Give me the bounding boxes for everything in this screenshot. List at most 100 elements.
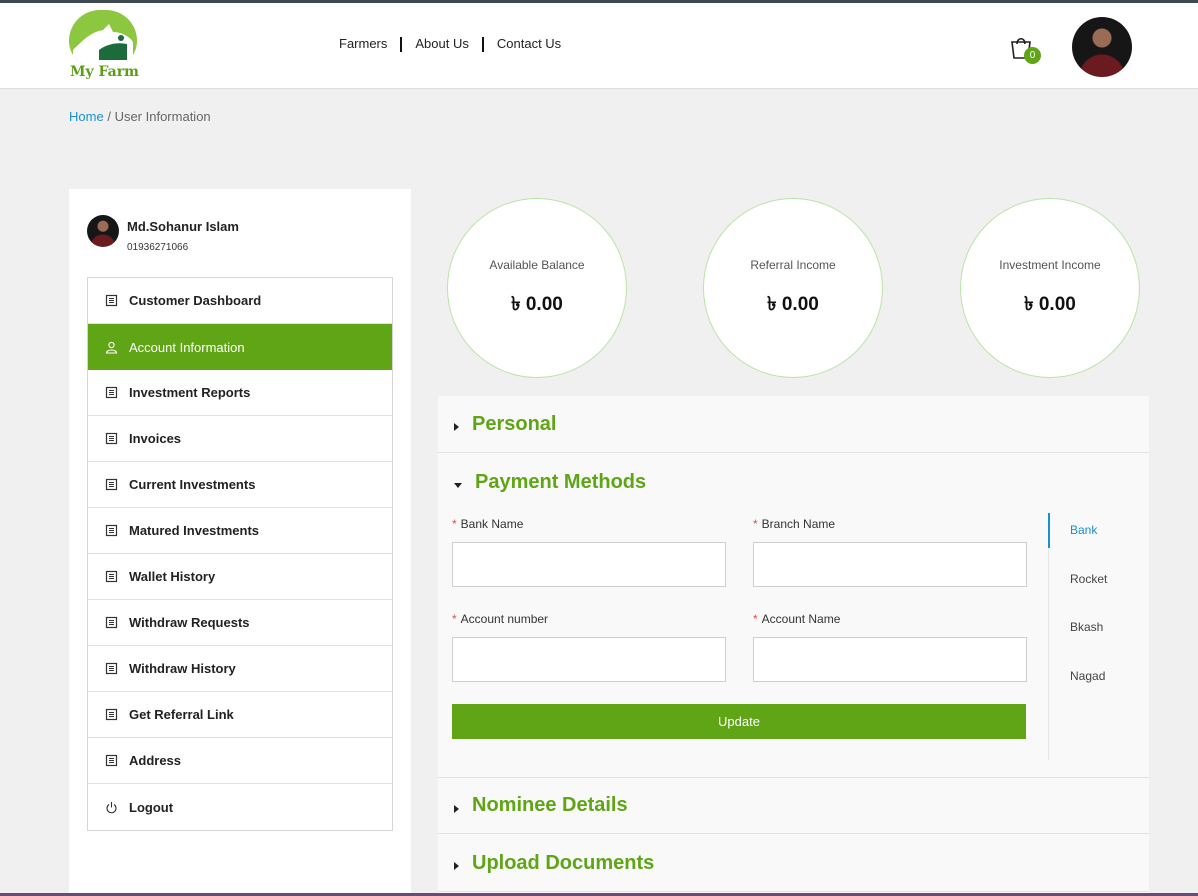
sidebar-item-label: Account Information [129,339,245,355]
payment-method-tabs: Bank Rocket Bkash Nagad [1048,513,1149,760]
section-personal-header[interactable]: Personal [438,396,1149,453]
account-number-label-text: Account number [460,612,549,626]
section-nominee-details-header[interactable]: Nominee Details [438,777,1149,834]
stat-label: Available Balance [489,258,585,272]
sidebar-item-label: Address [129,753,182,768]
bank-name-label: * Bank Name [452,517,523,531]
account-name-label: * Account Name [753,612,840,626]
breadcrumb: Home / User Information [69,109,211,124]
breadcrumb-home[interactable]: Home [69,109,104,124]
branch-name-label-text: Branch Name [761,517,836,531]
caret-right-icon [454,862,459,870]
cart-count-badge: 0 [1024,47,1041,64]
nav-farmers[interactable]: Farmers [326,36,400,52]
site-logo[interactable]: My Farm [68,9,142,83]
section-title: Upload Documents [472,851,655,874]
caret-right-icon [454,804,459,813]
breadcrumb-current: User Information [114,109,211,124]
document-icon [105,432,118,445]
breadcrumb-separator: / [107,109,111,124]
sidebar-item-customer-dashboard[interactable]: Customer Dashboard [88,278,392,324]
stat-label: Referral Income [750,258,836,272]
sidebar-item-label: Current Investments [129,477,256,492]
caret-right-icon [454,423,459,431]
section-title: Payment Methods [475,471,647,493]
document-icon [105,662,118,675]
sidebar-item-label: Logout [129,799,174,815]
sidebar-item-get-referral-link[interactable]: Get Referral Link [88,692,392,738]
tab-rocket[interactable]: Rocket [1070,572,1107,586]
logo-text: My Farm [70,64,139,80]
logo-emblem [69,10,137,68]
sidebar-item-wallet-history[interactable]: Wallet History [88,554,392,600]
document-icon [105,616,118,629]
required-marker: * [753,612,758,626]
sidebar-item-label: Wallet History [129,569,216,584]
sidebar-item-label: Customer Dashboard [129,293,262,308]
stat-value: ৳ 0.00 [1024,294,1076,315]
document-icon [105,294,118,307]
sidebar-item-investment-reports[interactable]: Investment Reports [88,370,392,416]
section-upload-documents-header[interactable]: Upload Documents [438,835,1149,892]
profile-avatar [87,215,119,247]
stat-label: Investment Income [999,258,1101,272]
document-icon [105,570,118,583]
stat-value: ৳ 0.00 [767,294,819,315]
document-icon [105,386,118,399]
cart-button[interactable]: 0 [1007,33,1043,67]
sidebar-item-withdraw-history[interactable]: Withdraw History [88,646,392,692]
account-number-label: * Account number [452,612,548,626]
tab-bank[interactable]: Bank [1070,523,1097,537]
sidebar-menu: Customer Dashboard Account Information I… [87,277,393,831]
profile-name: Md.Sohanur Islam [127,219,239,234]
account-sidebar: Md.Sohanur Islam 01936271066 Customer Da… [69,189,411,896]
stat-referral-income: Referral Income ৳ 0.00 [703,198,883,378]
branch-name-input[interactable] [753,542,1027,587]
main-nav: Farmers About Us Contact Us [326,36,574,52]
stat-investment-income: Investment Income ৳ 0.00 [960,198,1140,378]
sidebar-item-label: Invoices [129,431,182,446]
account-name-label-text: Account Name [761,612,841,626]
stat-available-balance: Available Balance ৳ 0.00 [447,198,627,378]
user-icon [105,341,118,354]
required-marker: * [452,517,457,531]
sidebar-item-invoices[interactable]: Invoices [88,416,392,462]
sidebar-item-logout[interactable]: Logout [88,784,392,830]
account-sections-panel: Personal Payment Methods * Bank Name * Bra… [438,396,1149,896]
section-title: Personal [472,412,557,435]
nav-contact-us[interactable]: Contact Us [484,36,574,52]
update-button[interactable]: Update [452,704,1026,739]
bank-name-label-text: Bank Name [460,517,524,531]
sidebar-item-label: Get Referral Link [129,707,234,722]
user-avatar[interactable] [1072,17,1132,77]
sidebar-item-current-investments[interactable]: Current Investments [88,462,392,508]
required-marker: * [753,517,758,531]
active-tab-indicator [1048,513,1050,548]
account-number-input[interactable] [452,637,726,682]
sidebar-item-account-information[interactable]: Account Information [88,324,392,370]
document-icon [105,478,118,491]
sidebar-item-address[interactable]: Address [88,738,392,784]
section-payment-methods-header[interactable]: Payment Methods [438,454,1149,511]
sidebar-item-withdraw-requests[interactable]: Withdraw Requests [88,600,392,646]
document-icon [105,524,118,537]
section-title: Nominee Details [472,794,628,816]
branch-name-label: * Branch Name [753,517,835,531]
sidebar-item-label: Investment Reports [129,385,251,400]
sidebar-item-label: Matured Investments [129,523,260,538]
nav-about-us[interactable]: About Us [402,36,481,52]
stat-value: ৳ 0.00 [511,294,563,315]
tab-nagad[interactable]: Nagad [1070,669,1105,683]
tab-bkash[interactable]: Bkash [1070,620,1103,634]
sidebar-item-label: Withdraw Requests [129,615,250,630]
profile-phone: 01936271066 [127,242,189,253]
document-icon [105,708,118,721]
required-marker: * [452,612,457,626]
document-icon [105,754,118,767]
account-name-input[interactable] [753,637,1027,682]
power-icon [106,801,117,813]
sidebar-item-label: Withdraw History [129,661,236,676]
sidebar-item-matured-investments[interactable]: Matured Investments [88,508,392,554]
site-header: My Farm Farmers About Us Contact Us 0 [0,3,1198,89]
bank-name-input[interactable] [452,542,726,587]
